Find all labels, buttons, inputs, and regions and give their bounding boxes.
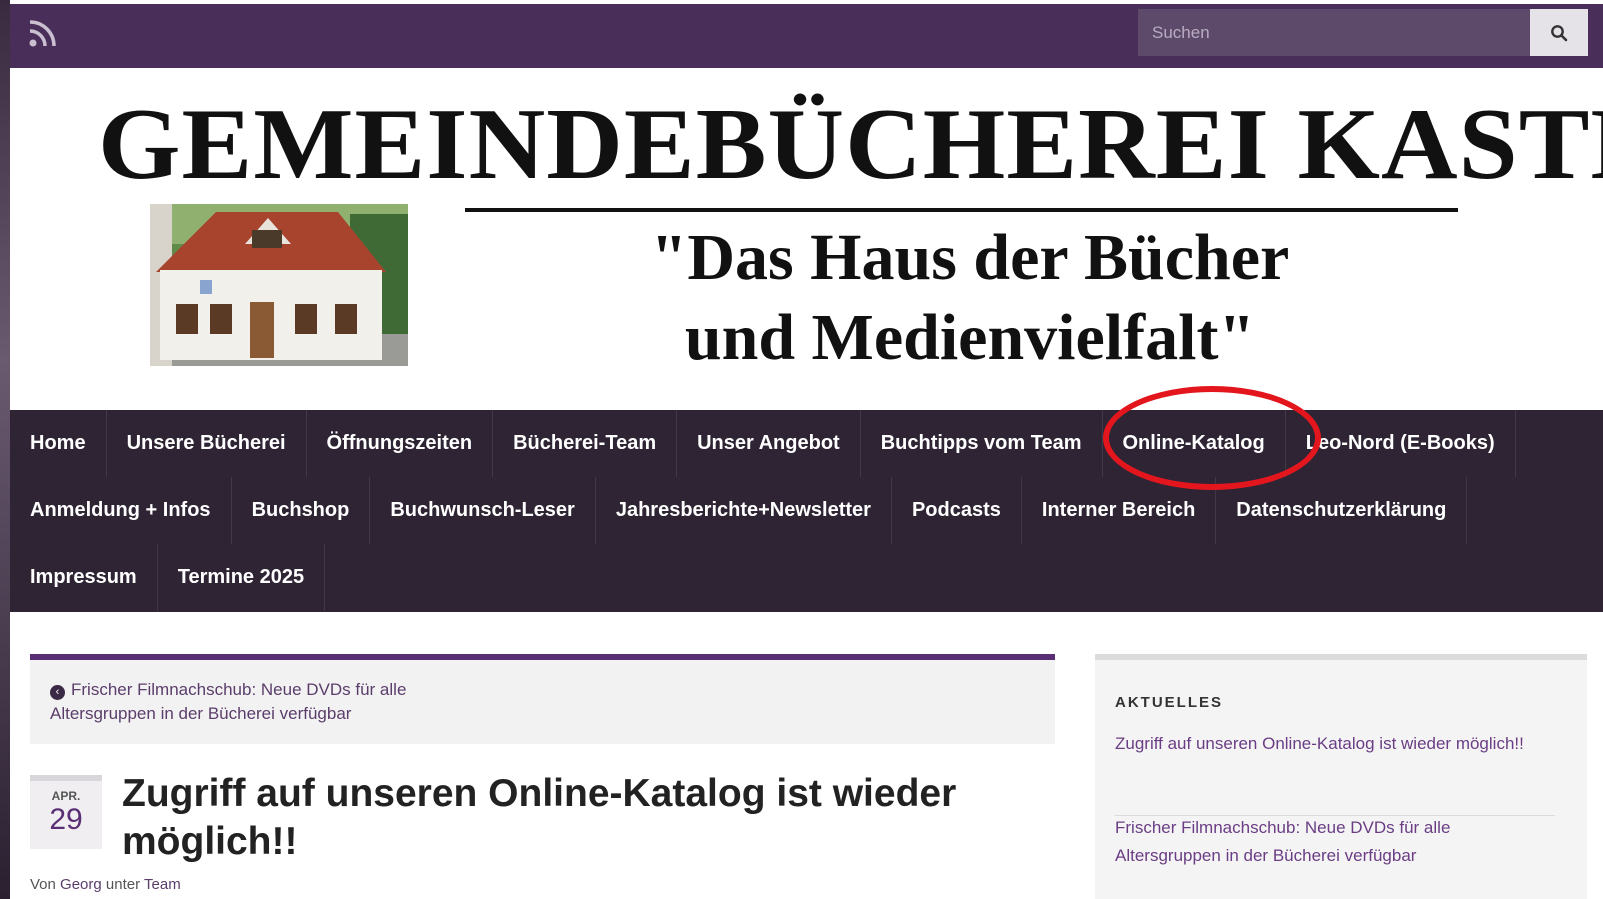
search-icon <box>1551 24 1568 41</box>
previous-post-link[interactable]: ‹ Frischer Filmnachschub: Neue DVDs für a… <box>50 678 470 726</box>
tagline-line-1: "Das Haus der Bücher <box>650 221 1290 294</box>
nav-item-buchwunsch[interactable]: Buchwunsch-Leser <box>370 477 596 544</box>
author-link[interactable]: Georg <box>60 876 102 893</box>
site-title[interactable]: GEMEINDEBÜCHEREI KASTL <box>98 94 1603 196</box>
nav-item-unser-angebot[interactable]: Unser Angebot <box>677 410 861 477</box>
sidebar-item-2[interactable]: Frischer Filmnachschub: Neue DVDs für al… <box>1115 814 1555 870</box>
category-link[interactable]: Team <box>144 876 181 893</box>
post-title[interactable]: Zugriff auf unseren Online-Katalog ist w… <box>122 770 1022 866</box>
nav-item-datenschutz[interactable]: Datenschutzerklärung <box>1216 477 1468 544</box>
previous-post-label: Frischer Filmnachschub: Neue DVDs für al… <box>50 680 407 723</box>
site-tagline: "Das Haus der Bücher und Medienvielfalt" <box>450 218 1490 378</box>
post-date-day: 29 <box>49 803 83 836</box>
search-button[interactable] <box>1530 9 1588 56</box>
nav-item-buecherei-team[interactable]: Bücherei-Team <box>493 410 678 477</box>
nav-item-leo-nord[interactable]: Leo-Nord (E-Books) <box>1286 410 1516 477</box>
post-date-month: APR. <box>51 789 81 803</box>
nav-item-oeffnungszeiten[interactable]: Öffnungszeiten <box>307 410 494 477</box>
nav-item-buchtipps[interactable]: Buchtipps vom Team <box>861 410 1103 477</box>
library-building-image <box>150 204 408 366</box>
nav-row-1: Home Unsere Bücherei Öffnungszeiten Büch… <box>10 410 1516 477</box>
nav-item-termine[interactable]: Termine 2025 <box>158 544 326 611</box>
meta-under-label: unter <box>105 876 141 893</box>
post-navigation: ‹ Frischer Filmnachschub: Neue DVDs für a… <box>30 660 1055 744</box>
nav-item-home[interactable]: Home <box>10 410 107 477</box>
search-form <box>1138 9 1590 56</box>
sidebar-title: AKTUELLES <box>1115 694 1223 711</box>
page-edge <box>0 0 10 899</box>
post-date: APR. 29 <box>30 775 102 849</box>
sidebar-widget: AKTUELLES Zugriff auf unseren Online-Kat… <box>1095 654 1587 899</box>
top-bar <box>10 4 1603 68</box>
sidebar-item-1[interactable]: Zugriff auf unseren Online-Katalog ist w… <box>1115 730 1555 758</box>
site-header: GEMEINDEBÜCHEREI KASTL "Das Haus der Büc… <box>10 68 1603 410</box>
nav-item-interner-bereich[interactable]: Interner Bereich <box>1022 477 1217 544</box>
nav-item-anmeldung[interactable]: Anmeldung + Infos <box>10 477 232 544</box>
nav-item-podcasts[interactable]: Podcasts <box>892 477 1022 544</box>
search-input[interactable] <box>1138 9 1530 56</box>
rss-icon[interactable] <box>28 18 58 48</box>
arrow-left-circle-icon: ‹ <box>50 685 65 700</box>
nav-row-2: Anmeldung + Infos Buchshop Buchwunsch-Le… <box>10 477 1468 544</box>
tagline-line-2: und Medienvielfalt" <box>684 301 1256 374</box>
nav-item-online-katalog[interactable]: Online-Katalog <box>1103 410 1286 477</box>
nav-item-jahresberichte[interactable]: Jahresberichte+Newsletter <box>596 477 892 544</box>
meta-by-label: Von <box>30 876 56 893</box>
title-divider <box>465 208 1458 212</box>
nav-item-impressum[interactable]: Impressum <box>10 544 158 611</box>
nav-row-3: Impressum Termine 2025 <box>10 544 326 611</box>
nav-item-buchshop[interactable]: Buchshop <box>232 477 371 544</box>
nav-item-unsere-buecherei[interactable]: Unsere Bücherei <box>107 410 307 477</box>
main-navigation: Home Unsere Bücherei Öffnungszeiten Büch… <box>10 410 1603 612</box>
post-meta: Von Georg unter Team <box>30 876 181 893</box>
